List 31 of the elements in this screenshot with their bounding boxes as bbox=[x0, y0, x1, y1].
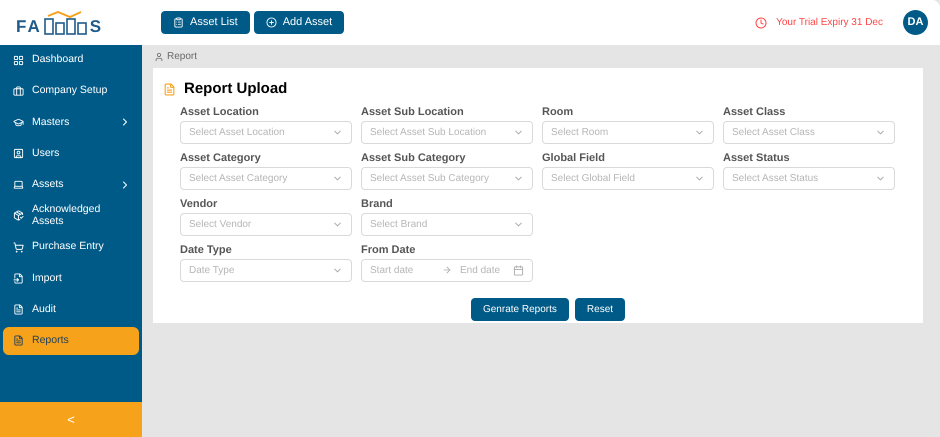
field-label: Asset Status bbox=[723, 152, 791, 164]
field-label: Asset Category bbox=[180, 152, 262, 164]
sidebar-item[interactable]: Import bbox=[3, 264, 139, 292]
field-label: Vendor bbox=[180, 198, 218, 210]
field-label: Brand bbox=[361, 198, 394, 210]
action-button[interactable]: Reset bbox=[574, 298, 626, 320]
field-label: Room bbox=[542, 106, 574, 118]
field-label: Asset Sub Category bbox=[361, 152, 467, 164]
sidebar-item[interactable]: Purchase Entry bbox=[3, 233, 139, 262]
action-button[interactable]: Genrate Reports bbox=[470, 298, 569, 320]
sidebar-item[interactable]: Masters bbox=[3, 108, 139, 136]
field-label: Asset Class bbox=[723, 106, 786, 118]
header-button[interactable]: Add Asset bbox=[254, 11, 344, 34]
breadcrumb[interactable]: Report bbox=[167, 49, 198, 64]
avatar[interactable]: DA bbox=[903, 10, 928, 35]
header-button[interactable]: Asset List bbox=[161, 11, 250, 34]
sidebar-item[interactable]: Users bbox=[3, 140, 139, 168]
sidebar-item[interactable]: Dashboard bbox=[3, 46, 139, 74]
field-label: Asset Sub Location bbox=[361, 106, 465, 118]
trial-expiry-text: Your Trial Expiry 31 Dec bbox=[776, 16, 883, 30]
card-title: Report Upload bbox=[184, 79, 288, 99]
sidebar-item[interactable]: Acknowledged Assets bbox=[3, 202, 139, 230]
sidebar-item[interactable]: Audit bbox=[3, 296, 139, 324]
field-label: Global Field bbox=[542, 152, 606, 164]
field-label: From Date bbox=[361, 244, 416, 256]
sidebar-item[interactable]: Assets bbox=[3, 170, 139, 199]
field-label: Date Type bbox=[180, 244, 233, 256]
sidebar-item[interactable]: Reports bbox=[3, 326, 139, 355]
sidebar-item[interactable]: Company Setup bbox=[3, 77, 139, 106]
field-label: Asset Location bbox=[180, 106, 260, 118]
logo: FA S bbox=[16, 10, 104, 34]
